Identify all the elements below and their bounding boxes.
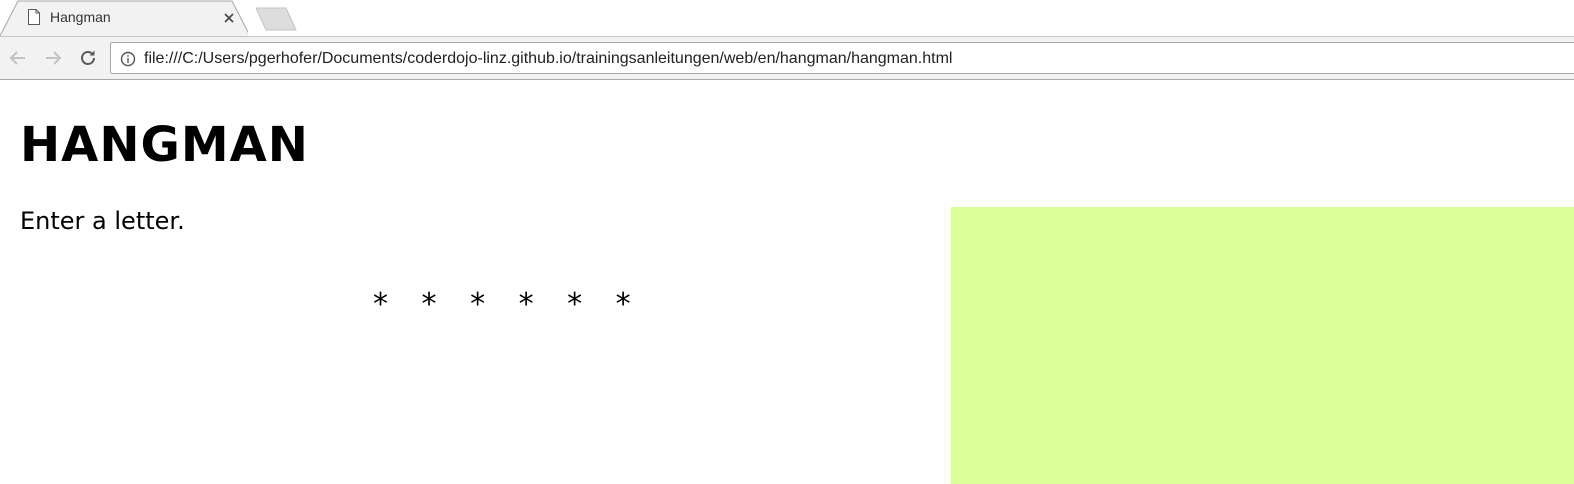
reload-icon[interactable]	[77, 47, 99, 69]
prompt-text: Enter a letter.	[20, 207, 185, 235]
new-tab-button[interactable]	[254, 7, 298, 31]
masked-word: * * * * * *	[373, 287, 643, 322]
page-title: HANGMAN	[20, 117, 309, 173]
url-text[interactable]: file:///C:/Users/pgerhofer/Documents/cod…	[144, 50, 952, 68]
tab-strip: Hangman	[0, 0, 1574, 37]
forward-arrow-icon[interactable]	[42, 47, 64, 69]
tab-title: Hangman	[50, 9, 111, 25]
page-content: HANGMAN Enter a letter. * * * * * *	[0, 81, 1574, 484]
close-icon[interactable]	[222, 11, 236, 25]
address-bar[interactable]: file:///C:/Users/pgerhofer/Documents/cod…	[110, 42, 1574, 74]
page-icon	[28, 9, 40, 25]
tab-hangman[interactable]: Hangman	[0, 0, 248, 37]
back-arrow-icon[interactable]	[7, 47, 29, 69]
browser-toolbar: file:///C:/Users/pgerhofer/Documents/cod…	[0, 36, 1574, 80]
browser-window: Hangman file:///C:/Users/pgerhofer/Docum…	[0, 0, 1574, 484]
hangman-drawing-area	[951, 207, 1574, 484]
info-icon[interactable]	[120, 51, 136, 67]
